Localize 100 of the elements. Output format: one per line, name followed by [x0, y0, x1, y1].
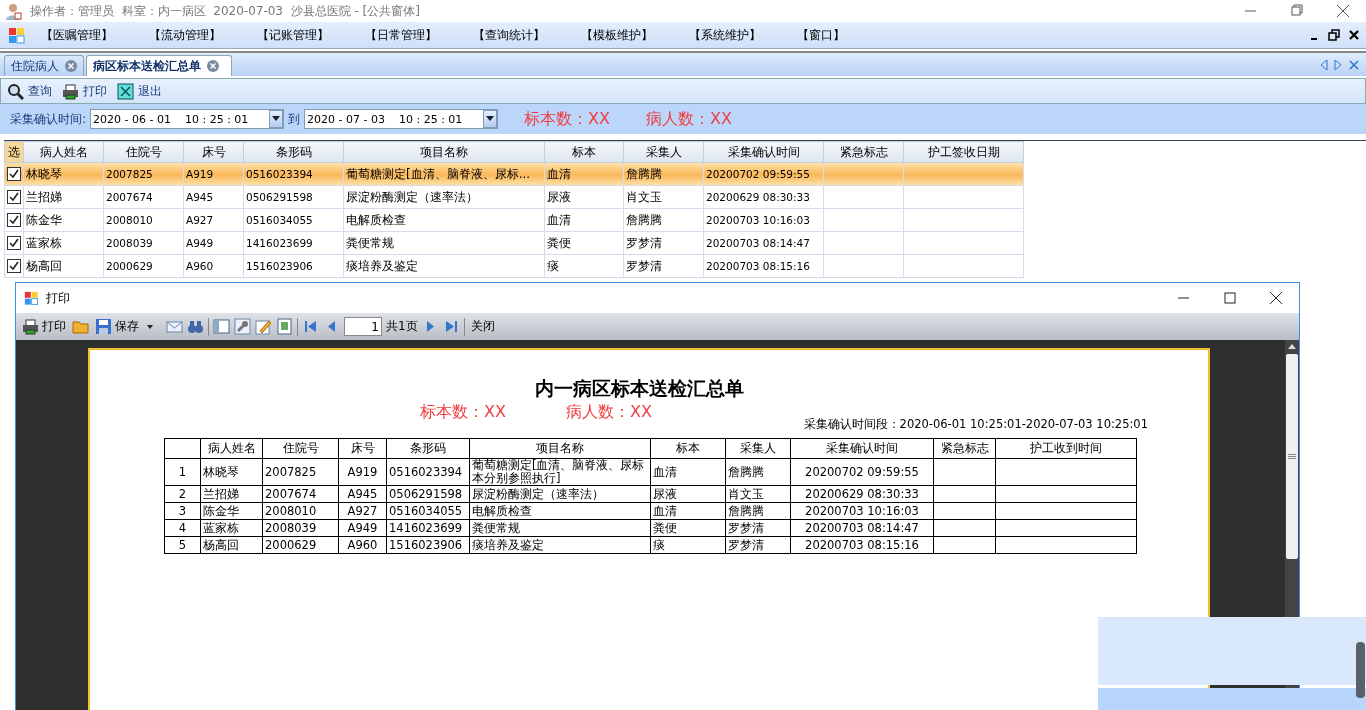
- binoculars-icon[interactable]: [187, 318, 204, 335]
- page-icon[interactable]: [276, 318, 293, 335]
- column-header: 项目名称: [469, 438, 651, 459]
- table-cell: 3: [164, 502, 201, 520]
- menu-item[interactable]: 【流动管理】: [149, 27, 221, 43]
- table-cell: 痰: [544, 254, 624, 278]
- dropdown-arrow-icon[interactable]: [272, 116, 281, 122]
- table-cell: 20200703 08:14:47: [703, 231, 824, 255]
- table-cell: 2000629: [103, 254, 184, 278]
- toolbar-button[interactable]: 打印: [20, 318, 68, 335]
- column-header: 标本: [650, 438, 726, 459]
- column-header: 床号: [338, 438, 387, 459]
- table-cell: 粪便常规: [469, 519, 651, 537]
- first-page-icon[interactable]: [302, 318, 319, 335]
- table-cell: A945: [338, 485, 387, 503]
- tab[interactable]: 病区标本送检汇总单: [86, 55, 232, 76]
- toolbar-button[interactable]: 关闭: [468, 318, 497, 335]
- table-cell: 罗梦清: [623, 231, 704, 255]
- table-cell: A960: [183, 254, 244, 278]
- table-cell: 20200703 10:16:03: [790, 502, 934, 520]
- menu-item[interactable]: 【查询统计】: [473, 27, 545, 43]
- table-cell: A919: [338, 458, 387, 486]
- table-cell: 尿液: [544, 185, 624, 209]
- menu-item[interactable]: 【医嘱管理】: [41, 27, 113, 43]
- checkbox[interactable]: [7, 236, 21, 250]
- dropdown-arrow-icon[interactable]: [486, 116, 495, 122]
- menu-item[interactable]: 【记账管理】: [257, 27, 329, 43]
- column-header[interactable]: 床号: [183, 141, 244, 163]
- folder-icon[interactable]: [72, 318, 89, 335]
- table-cell: 尿淀粉酶测定（速率法）: [469, 485, 651, 503]
- table-cell: 1516023906: [243, 254, 344, 278]
- menu-item[interactable]: 【日常管理】: [365, 27, 437, 43]
- date-time-field[interactable]: 2020 - 06 - 01 10 : 25 : 01: [90, 109, 285, 129]
- layout-icon[interactable]: [213, 318, 230, 335]
- menu-item[interactable]: 【系统维护】: [689, 27, 761, 43]
- table-cell: 20200703 08:15:16: [790, 536, 934, 554]
- time-range: 采集确认时间段：2020-06-01 10:25:01-2020-07-03 10:25:01: [803, 417, 1148, 431]
- tab[interactable]: 住院病人: [4, 55, 84, 76]
- separator-label: 到: [288, 110, 301, 128]
- column-header[interactable]: 标本: [544, 141, 624, 163]
- date-time-field[interactable]: 2020 - 07 - 03 10 : 25 : 01: [304, 109, 499, 129]
- table-cell: 葡萄糖测定[血清、脑脊液、尿标...: [343, 162, 545, 186]
- menu-item[interactable]: 【窗口】: [797, 27, 845, 43]
- scrollbar-thumb[interactable]: [1286, 354, 1298, 559]
- grip-icon: [1288, 453, 1296, 460]
- table-cell: 2008010: [103, 208, 184, 232]
- table-cell: 2007674: [262, 485, 339, 503]
- scroll-left-icon[interactable]: [1320, 58, 1328, 71]
- restore-icon[interactable]: [1328, 29, 1340, 41]
- table-cell: 20200703 10:16:03: [703, 208, 824, 232]
- table-cell: 尿淀粉酶测定（速率法）: [343, 185, 545, 209]
- close-icon[interactable]: [1348, 29, 1360, 41]
- toolbar-button[interactable]: 查询: [7, 82, 52, 100]
- table-cell: 1416023699: [243, 231, 344, 255]
- column-header[interactable]: 采集确认时间: [703, 141, 824, 163]
- column-header[interactable]: 紧急标志: [823, 141, 904, 163]
- table-cell: 1516023906: [386, 536, 470, 554]
- scrollbar-thumb[interactable]: [1356, 642, 1365, 698]
- table-cell: 0516034055: [386, 502, 470, 520]
- page-number-field[interactable]: 1: [344, 317, 382, 336]
- column-header: 条形码: [386, 438, 470, 459]
- checkbox[interactable]: [7, 213, 21, 227]
- table-cell: 罗梦清: [623, 254, 704, 278]
- app-icon: [24, 291, 38, 305]
- table-cell: 0506291598: [243, 185, 344, 209]
- column-header[interactable]: 住院号: [103, 141, 184, 163]
- scroll-right-icon[interactable]: [1334, 58, 1342, 71]
- checkbox[interactable]: [7, 259, 21, 273]
- table-cell: A927: [183, 208, 244, 232]
- toolbar-button[interactable]: 退出: [117, 82, 162, 100]
- column-header: 紧急标志: [933, 438, 996, 459]
- user-icon: [4, 2, 22, 20]
- pencil-icon[interactable]: [255, 318, 272, 335]
- table-cell: 痰: [650, 536, 726, 554]
- table-cell: 1: [164, 458, 201, 486]
- column-header[interactable]: 护工签收日期: [903, 141, 1024, 163]
- toolbar-button[interactable]: 打印: [62, 82, 107, 100]
- specimen-count: 标本数：XX: [524, 108, 610, 130]
- menu-item[interactable]: 【模板维护】: [581, 27, 653, 43]
- column-header[interactable]: 选: [4, 141, 24, 163]
- column-header: 护工收到时间: [995, 438, 1137, 459]
- column-header[interactable]: 病人姓名: [23, 141, 104, 163]
- column-header[interactable]: 采集人: [623, 141, 704, 163]
- wrench-icon[interactable]: [234, 318, 251, 335]
- field-label: 采集确认时间:: [10, 110, 87, 128]
- floppy-icon: [95, 318, 112, 335]
- checkbox[interactable]: [7, 167, 21, 181]
- scroll-up-icon[interactable]: [1287, 342, 1297, 350]
- column-header[interactable]: 项目名称: [343, 141, 545, 163]
- column-header: 采集人: [725, 438, 791, 459]
- table-cell: 20200703 08:15:16: [703, 254, 824, 278]
- printer-icon: [62, 82, 79, 100]
- table-cell: 0506291598: [386, 485, 470, 503]
- table-cell: 粪便: [650, 519, 726, 537]
- table-cell: 林晓琴: [200, 458, 263, 486]
- checkbox[interactable]: [7, 190, 21, 204]
- toolbar-button[interactable]: 保存: [93, 318, 141, 335]
- checkmark-icon: [9, 261, 19, 271]
- column-header[interactable]: 条形码: [243, 141, 344, 163]
- table-cell: 电解质检查: [469, 502, 651, 520]
